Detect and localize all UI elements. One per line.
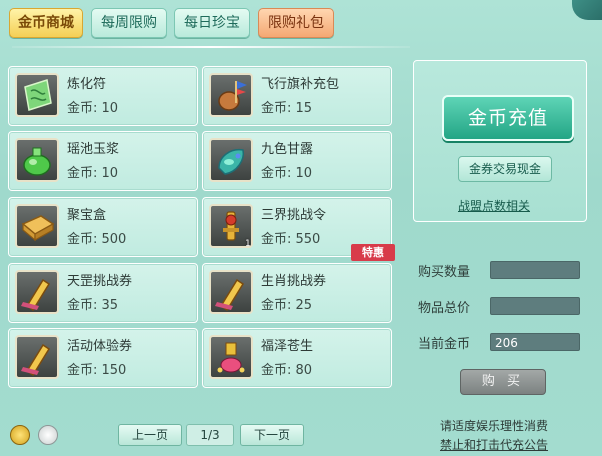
tab-weekly-limited[interactable]: 每周限购	[91, 8, 167, 38]
item-price: 金币: 80	[261, 363, 313, 378]
quantity-input[interactable]	[490, 261, 580, 279]
shop-item-zodiac-ticket[interactable]: 生肖挑战券 金币: 25	[202, 263, 392, 323]
item-name: 九色甘露	[261, 142, 314, 157]
shop-item-flag-pack[interactable]: 飞行旗补充包 金币: 15	[202, 66, 392, 126]
status-circle-icon[interactable]	[38, 425, 58, 445]
buy-button[interactable]: 购 买	[460, 369, 546, 395]
voucher-exchange-button[interactable]: 金券交易现金	[458, 156, 552, 182]
alliance-points-link[interactable]: 战盟点数相关	[458, 197, 530, 214]
gold-recharge-button[interactable]: 金币充值	[442, 95, 574, 141]
current-gold-field: 206	[490, 333, 580, 351]
special-offer-badge: 特惠	[351, 244, 395, 261]
quantity-label: 购买数量	[418, 265, 471, 280]
shop-item-lianhuafu[interactable]: 炼化符 金币: 10	[8, 66, 198, 126]
page-indicator: 1/3	[186, 424, 234, 446]
flag-bag-icon	[209, 73, 253, 117]
item-name: 天罡挑战券	[67, 274, 133, 289]
scroll-icon	[209, 270, 253, 314]
lucky-bottle-icon	[209, 335, 253, 379]
item-name: 活动体验券	[67, 339, 133, 354]
item-price: 金币: 550	[261, 232, 321, 247]
item-name: 福泽苍生	[261, 339, 314, 354]
tab-limited-gift[interactable]: 限购礼包	[258, 8, 334, 38]
item-name: 生肖挑战券	[261, 274, 327, 289]
moderation-notice: 请适度娱乐理性消费	[440, 419, 549, 433]
item-price: 金币: 10	[67, 101, 119, 116]
item-price: 金币: 150	[67, 363, 127, 378]
tab-daily-treasure[interactable]: 每日珍宝	[174, 8, 250, 38]
token-icon: 1	[209, 204, 253, 248]
item-price: 金币: 10	[67, 166, 119, 181]
shop-item-sanjie-token[interactable]: 1 三界挑战令 金币: 550 特惠	[202, 197, 395, 261]
jade-pot-icon	[15, 138, 59, 182]
item-name: 炼化符	[67, 77, 107, 92]
recharge-panel: 金币充值 金券交易现金 战盟点数相关	[413, 60, 587, 222]
shop-item-jiuse-ganlu[interactable]: 九色甘露 金币: 10	[202, 131, 392, 191]
item-name: 飞行旗补充包	[261, 77, 340, 92]
shop-item-jubao-box[interactable]: 聚宝盒 金币: 500	[8, 197, 198, 257]
shop-item-yaochi-yujiang[interactable]: 瑶池玉浆 金币: 10	[8, 131, 198, 191]
shop-item-tiangang-ticket[interactable]: 天罡挑战券 金币: 35	[8, 263, 198, 323]
item-price: 金币: 25	[261, 298, 313, 313]
item-price: 金币: 35	[67, 298, 119, 313]
next-page-button[interactable]: 下一页	[240, 424, 304, 446]
shop-item-fuze-cangsheng[interactable]: 福泽苍生 金币: 80	[202, 328, 392, 388]
tab-divider	[12, 46, 410, 48]
tab-gold-mall[interactable]: 金币商城	[9, 8, 83, 38]
item-name: 瑶池玉浆	[67, 142, 120, 157]
scroll-icon	[15, 270, 59, 314]
total-price-field	[490, 297, 580, 315]
item-name: 聚宝盒	[67, 208, 107, 223]
zoom-icon[interactable]	[10, 425, 30, 445]
item-quantity: 1	[245, 239, 251, 248]
item-price: 金币: 500	[67, 232, 127, 247]
scroll-icon	[15, 335, 59, 379]
nectar-icon	[209, 138, 253, 182]
treasure-box-icon	[15, 204, 59, 248]
prev-page-button[interactable]: 上一页	[118, 424, 182, 446]
shop-item-event-ticket[interactable]: 活动体验券 金币: 150	[8, 328, 198, 388]
current-gold-label: 当前金币	[418, 337, 471, 352]
item-name: 三界挑战令	[261, 208, 327, 223]
talisman-icon	[15, 73, 59, 117]
total-price-label: 物品总价	[418, 301, 471, 316]
item-price: 金币: 15	[261, 101, 313, 116]
item-price: 金币: 10	[261, 166, 313, 181]
anti-proxy-notice-link[interactable]: 禁止和打击代充公告	[440, 436, 548, 453]
tab-bar: 金币商城 每周限购 每日珍宝 限购礼包	[0, 0, 602, 48]
